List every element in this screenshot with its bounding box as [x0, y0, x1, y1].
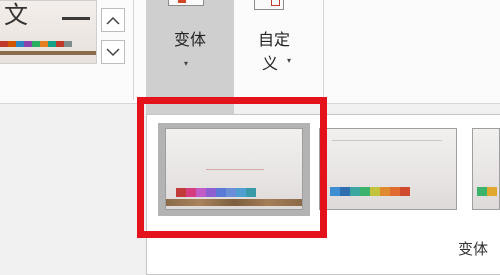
- theme-swatches: [0, 41, 72, 47]
- tile-swatch: [380, 187, 390, 196]
- theme-swatch: [40, 41, 48, 47]
- customize-icon[interactable]: [254, 0, 284, 10]
- chevron-up-icon: [106, 16, 120, 25]
- variants-label: 变体: [173, 30, 206, 49]
- chevron-down-icon: [106, 47, 120, 56]
- group-divider: [323, 0, 324, 100]
- theme-swatch: [24, 41, 32, 47]
- chevron-down-icon: ▾: [184, 59, 189, 68]
- gallery-group-label: 变体: [458, 240, 489, 258]
- gallery-scroll-down-button[interactable]: [101, 40, 125, 64]
- theme-swatch: [0, 41, 8, 47]
- tile-swatch: [350, 187, 360, 196]
- theme-wood-bar: [0, 51, 96, 55]
- tile-swatches: [330, 187, 410, 196]
- chevron-down-icon: ▾: [287, 56, 292, 65]
- tile-swatch: [330, 187, 340, 196]
- theme-swatch: [8, 41, 16, 47]
- tile-swatch: [370, 187, 380, 196]
- theme-swatch: [16, 41, 24, 47]
- tile-swatch: [340, 187, 350, 196]
- gallery-scroll-up-button[interactable]: [101, 8, 125, 32]
- customize-label-line1[interactable]: 自定: [258, 26, 290, 50]
- variant-tile-2[interactable]: [319, 128, 457, 210]
- group-divider: [133, 0, 134, 100]
- variant-tile-3[interactable]: [472, 128, 500, 210]
- customize-label-line2[interactable]: 义: [262, 50, 278, 74]
- variants-icon: [168, 0, 204, 6]
- tile-swatch: [390, 187, 400, 196]
- theme-glyph: 文: [4, 1, 28, 29]
- tile-title-line: [332, 140, 442, 141]
- theme-swatch: [64, 41, 72, 47]
- theme-thumbnail[interactable]: 文: [0, 0, 97, 64]
- theme-title-line: [62, 17, 90, 20]
- tile-swatches: [477, 187, 497, 196]
- tile-swatch: [400, 187, 410, 196]
- theme-swatch: [48, 41, 56, 47]
- tile-swatch: [360, 187, 370, 196]
- theme-swatch: [56, 41, 64, 47]
- highlight-box: [137, 97, 327, 238]
- theme-swatch: [32, 41, 40, 47]
